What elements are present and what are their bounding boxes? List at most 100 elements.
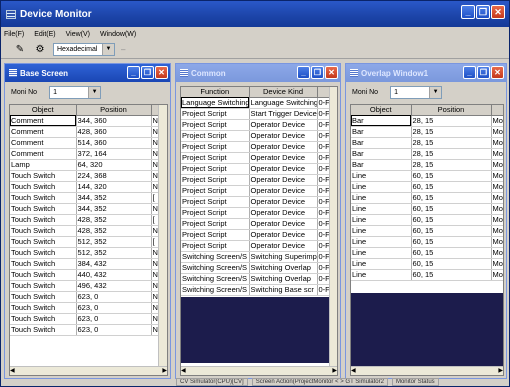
- table-row[interactable]: Line 60, 15 Mo: [351, 203, 503, 215]
- table-cell[interactable]: Comment: [10, 126, 77, 138]
- table-cell[interactable]: Comment: [10, 115, 77, 127]
- menu-view[interactable]: View(V): [66, 31, 90, 38]
- table-cell[interactable]: Start Trigger Device: [249, 108, 318, 120]
- table-row[interactable]: Bar 28, 15 Mo: [351, 159, 503, 171]
- chevron-down-icon[interactable]: ▼: [429, 86, 442, 98]
- table-cell[interactable]: Project Script: [181, 196, 250, 208]
- table-row[interactable]: Line 60, 15 Mo: [351, 225, 503, 237]
- table-cell[interactable]: Project Script: [181, 163, 250, 175]
- column-header-position[interactable]: Position: [411, 105, 492, 116]
- table-cell[interactable]: 0-F: [317, 218, 330, 230]
- table-cell[interactable]: 60, 15: [411, 225, 492, 237]
- table-row[interactable]: Project Script Operator Device 0-F: [181, 229, 330, 241]
- table-cell[interactable]: 496, 432: [76, 280, 152, 292]
- table-cell[interactable]: Operator Device: [249, 130, 318, 142]
- column-header-device-kind[interactable]: Device Kind: [249, 87, 318, 98]
- table-cell[interactable]: 344, 360: [76, 115, 152, 127]
- table-cell[interactable]: Touch Switch: [10, 324, 77, 336]
- vertical-scrollbar[interactable]: [158, 105, 167, 367]
- table-cell[interactable]: Bar: [351, 137, 412, 149]
- table-cell[interactable]: Operator Device: [249, 119, 318, 131]
- close-button[interactable]: ✕: [491, 5, 505, 19]
- column-header-position[interactable]: Position: [76, 105, 152, 116]
- table-cell[interactable]: Mo: [491, 247, 503, 259]
- column-header-extra[interactable]: [317, 87, 330, 98]
- table-row[interactable]: Touch Switch 440, 432 N: [10, 269, 161, 281]
- table-cell[interactable]: 0-F: [317, 207, 330, 219]
- vertical-scrollbar[interactable]: [329, 87, 337, 367]
- devices-icon[interactable]: ⚙: [33, 43, 47, 57]
- close-button[interactable]: ✕: [491, 66, 504, 79]
- table-row[interactable]: Project Script Operator Device 0-F: [181, 119, 330, 131]
- pencil-icon[interactable]: ✎: [13, 43, 27, 57]
- table-cell[interactable]: Language Switching: [181, 97, 250, 109]
- table-cell[interactable]: Mo: [491, 214, 503, 226]
- table-row[interactable]: Line 60, 15 Mo: [351, 258, 503, 270]
- table-cell[interactable]: Touch Switch: [10, 258, 77, 270]
- table-cell[interactable]: 372, 164: [76, 148, 152, 160]
- table-row[interactable]: Line 60, 15 Mo: [351, 192, 503, 204]
- table-row[interactable]: Touch Switch 496, 432 N: [10, 280, 161, 292]
- table-row[interactable]: Touch Switch 512, 352[: [10, 236, 161, 248]
- table-cell[interactable]: 0-F: [317, 262, 330, 274]
- table-cell[interactable]: Line: [351, 225, 412, 237]
- table-cell[interactable]: Switching Overlap: [249, 273, 318, 285]
- table-cell[interactable]: Mo: [491, 225, 503, 237]
- table-cell[interactable]: Project Script: [181, 152, 250, 164]
- column-header-function[interactable]: Function: [181, 87, 250, 98]
- table-cell[interactable]: Operator Device: [249, 240, 318, 252]
- table-cell[interactable]: 60, 15: [411, 170, 492, 182]
- table-cell[interactable]: 60, 15: [411, 214, 492, 226]
- table-cell[interactable]: 60, 15: [411, 258, 492, 270]
- table-row[interactable]: Switching Screen/S Switching Overlap 0-F: [181, 262, 330, 274]
- common-title-bar[interactable]: Common _ ❐ ✕: [176, 64, 340, 82]
- table-row[interactable]: Project Script Operator Device 0-F: [181, 174, 330, 186]
- table-cell[interactable]: Project Script: [181, 119, 250, 131]
- scroll-left-icon[interactable]: ◀: [10, 367, 15, 375]
- restore-button[interactable]: ❐: [477, 66, 490, 79]
- table-cell[interactable]: 64, 320: [76, 159, 152, 171]
- table-cell[interactable]: Project Script: [181, 218, 250, 230]
- table-cell[interactable]: 623, 0: [76, 302, 152, 314]
- table-row[interactable]: Project Script Operator Device 0-F: [181, 141, 330, 153]
- table-cell[interactable]: 60, 15: [411, 247, 492, 259]
- horizontal-scrollbar[interactable]: ◀ ▶: [351, 366, 503, 375]
- table-cell[interactable]: 0-F: [317, 163, 330, 175]
- table-cell[interactable]: Touch Switch: [10, 302, 77, 314]
- table-row[interactable]: Touch Switch 384, 432 N: [10, 258, 161, 270]
- table-cell[interactable]: Touch Switch: [10, 225, 77, 237]
- table-row[interactable]: Comment 428, 360 N: [10, 126, 161, 138]
- table-cell[interactable]: Bar: [351, 159, 412, 171]
- table-cell[interactable]: Touch Switch: [10, 192, 77, 204]
- table-cell[interactable]: Touch Switch: [10, 181, 77, 193]
- table-row[interactable]: Project Script Operator Device 0-F: [181, 240, 330, 252]
- table-row[interactable]: Switching Screen/S Switching Overlap 0-F: [181, 273, 330, 285]
- table-row[interactable]: Comment 372, 164 N: [10, 148, 161, 160]
- table-cell[interactable]: Touch Switch: [10, 269, 77, 281]
- table-cell[interactable]: Project Script: [181, 174, 250, 186]
- table-cell[interactable]: Touch Switch: [10, 214, 77, 226]
- table-cell[interactable]: Touch Switch: [10, 247, 77, 259]
- table-row[interactable]: Touch Switch 623, 0N: [10, 291, 161, 303]
- table-row[interactable]: Touch Switch 144, 320 N: [10, 181, 161, 193]
- menu-edit[interactable]: Edit(E): [34, 31, 55, 38]
- table-cell[interactable]: 0-F: [317, 108, 330, 120]
- table-cell[interactable]: Bar: [351, 115, 412, 127]
- scroll-left-icon[interactable]: ◀: [181, 367, 186, 375]
- chevron-down-icon[interactable]: ▼: [88, 86, 101, 98]
- table-row[interactable]: Line 60, 15 Mo: [351, 181, 503, 193]
- table-cell[interactable]: Operator Device: [249, 163, 318, 175]
- table-cell[interactable]: Switching Screen/S: [181, 251, 250, 263]
- table-row[interactable]: Lamp 64, 320 N: [10, 159, 161, 171]
- table-cell[interactable]: Mo: [491, 192, 503, 204]
- overlap-title-bar[interactable]: Overlap Window1 _ ❐ ✕: [346, 64, 506, 82]
- horizontal-scrollbar[interactable]: ◀ ▶: [181, 366, 337, 375]
- minimize-button[interactable]: _: [127, 66, 140, 79]
- restore-button[interactable]: ❐: [476, 5, 490, 19]
- table-cell[interactable]: 144, 320: [76, 181, 152, 193]
- table-cell[interactable]: Operator Device: [249, 185, 318, 197]
- table-cell[interactable]: 0-F: [317, 273, 330, 285]
- table-cell[interactable]: 0-F: [317, 251, 330, 263]
- table-cell[interactable]: 28, 15: [411, 126, 492, 138]
- table-row[interactable]: Line 60, 15 Mo: [351, 236, 503, 248]
